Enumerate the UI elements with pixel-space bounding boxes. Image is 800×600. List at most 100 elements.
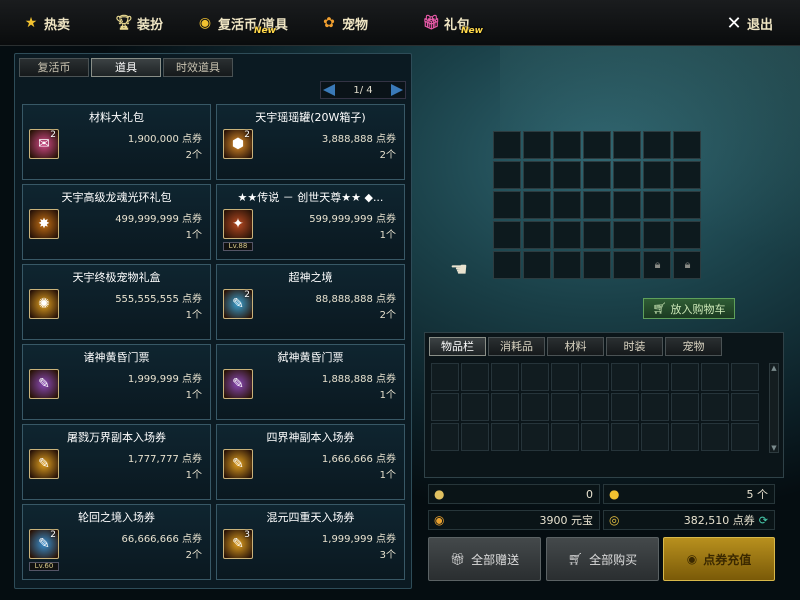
shop-item-card[interactable]: 四界神副本入场券 ✎ 1,666,666 点券 1个 (216, 424, 405, 500)
scroll-down-icon[interactable]: ▼ (771, 444, 777, 452)
inventory-slot[interactable] (671, 393, 699, 421)
cart-slot[interactable] (583, 191, 611, 219)
shop-item-card[interactable]: 超神之境 ✎ 2 88,888,888 点券 2个 (216, 264, 405, 340)
inventory-slot[interactable] (431, 363, 459, 391)
inventory-slot[interactable] (431, 423, 459, 451)
tab-timed-items[interactable]: 时效道具 (163, 58, 233, 77)
inventory-slot[interactable] (461, 423, 489, 451)
cart-slot[interactable] (613, 161, 641, 189)
inventory-slot[interactable] (581, 393, 609, 421)
inventory-slot[interactable] (521, 363, 549, 391)
inventory-slot[interactable] (461, 393, 489, 421)
cart-slot[interactable] (643, 161, 671, 189)
shop-item-card[interactable]: 材料大礼包 ✉ 2 1,900,000 点券 2个 (22, 104, 211, 180)
buy-all-button[interactable]: 🛒︎ 全部购买 (546, 537, 659, 581)
refresh-icon[interactable]: ⟳ (759, 514, 768, 527)
scroll-up-icon[interactable]: ▲ (771, 364, 777, 372)
inventory-slot[interactable] (551, 393, 579, 421)
prev-page-button[interactable] (323, 84, 335, 96)
shop-item-card[interactable]: 混元四重天入场券 ✎ 3 1,999,999 点券 3个 (216, 504, 405, 580)
cart-slot[interactable] (493, 161, 521, 189)
cart-slot[interactable] (583, 251, 611, 279)
inventory-slot[interactable] (581, 423, 609, 451)
inventory-slot[interactable] (521, 423, 549, 451)
cart-slot[interactable] (613, 131, 641, 159)
add-to-cart-button[interactable]: 🛒︎ 放入购物车 (643, 298, 735, 319)
inventory-slot[interactable] (701, 393, 729, 421)
cart-slot[interactable] (643, 131, 671, 159)
cart-slot[interactable] (613, 191, 641, 219)
shop-item-card[interactable]: ★★传说 － 创世天尊★★ ◆... ✦ Lv.88 599,999,999 点券 1个 (216, 184, 405, 260)
shop-item-card[interactable]: 诸神黄昏门票 ✎ 1,999,999 点券 1个 (22, 344, 211, 420)
inventory-slot[interactable] (521, 393, 549, 421)
cart-slot[interactable] (553, 161, 581, 189)
inventory-slot[interactable] (461, 363, 489, 391)
cart-slot[interactable] (583, 131, 611, 159)
inventory-slot[interactable] (611, 393, 639, 421)
cart-slot[interactable] (553, 251, 581, 279)
inventory-slot[interactable] (551, 363, 579, 391)
inventory-slot[interactable] (641, 393, 669, 421)
cart-slot[interactable] (613, 251, 641, 279)
inventory-slot[interactable] (581, 363, 609, 391)
tab-materials[interactable]: 材料 (547, 337, 604, 356)
cart-slot[interactable] (673, 161, 701, 189)
inventory-slot[interactable] (731, 423, 759, 451)
tab-fashion[interactable]: 时装 (606, 337, 663, 356)
shop-item-card[interactable]: 天宇终极宠物礼盒 ✺ 555,555,555 点券 1个 (22, 264, 211, 340)
cart-slot[interactable] (553, 131, 581, 159)
cart-slot[interactable] (523, 131, 551, 159)
cart-slot[interactable] (523, 221, 551, 249)
inventory-slot[interactable] (641, 423, 669, 451)
inventory-slot[interactable] (551, 423, 579, 451)
inventory-scrollbar[interactable]: ▲ ▼ (769, 363, 779, 453)
exit-button[interactable]: ✕ 退出 (725, 9, 773, 37)
inventory-slot[interactable] (611, 363, 639, 391)
cart-slot[interactable] (613, 221, 641, 249)
tab-consumables[interactable]: 消耗品 (488, 337, 545, 356)
inventory-slot[interactable] (701, 363, 729, 391)
shop-item-card[interactable]: 天宇瑶瑶罐(20W箱子) ⬢ 2 3,888,888 点券 2个 (216, 104, 405, 180)
shop-item-card[interactable]: 屠戮万界副本入场券 ✎ 1,777,777 点券 1个 (22, 424, 211, 500)
tab-items[interactable]: 道具 (91, 58, 161, 77)
inventory-slot[interactable] (431, 393, 459, 421)
inventory-slot[interactable] (611, 423, 639, 451)
cart-slot[interactable] (493, 131, 521, 159)
inventory-slot[interactable] (731, 363, 759, 391)
cart-slot[interactable] (523, 191, 551, 219)
nav-costume[interactable]: 🏆︎ 装扮 (115, 9, 163, 37)
cart-slot[interactable] (523, 161, 551, 189)
cart-slot[interactable] (493, 191, 521, 219)
inventory-slot[interactable] (491, 393, 519, 421)
cart-slot[interactable] (553, 221, 581, 249)
tab-inventory[interactable]: 物品栏 (429, 337, 486, 356)
inventory-slot[interactable] (491, 363, 519, 391)
inventory-slot[interactable] (701, 423, 729, 451)
inventory-slot[interactable] (491, 423, 519, 451)
cart-slot[interactable] (643, 221, 671, 249)
cart-slot[interactable] (553, 191, 581, 219)
cart-slot[interactable] (583, 161, 611, 189)
nav-pet[interactable]: ✿ 宠物 (320, 9, 368, 37)
shop-item-card[interactable]: 弑神黄昏门票 ✎ 1,888,888 点券 1个 (216, 344, 405, 420)
cart-slot[interactable] (523, 251, 551, 279)
recharge-button[interactable]: ◉ 点券充值 (663, 537, 775, 581)
cart-slot[interactable] (643, 191, 671, 219)
cart-slot[interactable] (673, 221, 701, 249)
inventory-slot[interactable] (731, 393, 759, 421)
shop-item-card[interactable]: 天宇高级龙魂光环礼包 ✸ 499,999,999 点券 1个 (22, 184, 211, 260)
inventory-slot[interactable] (671, 423, 699, 451)
tab-pets[interactable]: 宠物 (665, 337, 722, 356)
gift-all-button[interactable]: 🎁︎ 全部赠送 (428, 537, 541, 581)
inventory-slot[interactable] (671, 363, 699, 391)
inventory-slot[interactable] (641, 363, 669, 391)
shop-item-card[interactable]: 轮回之境入场券 ✎ 2 Lv.60 66,666,666 点券 2个 (22, 504, 211, 580)
next-page-button[interactable] (391, 84, 403, 96)
nav-hot[interactable]: ★ 热卖 (22, 9, 70, 37)
cart-slot[interactable] (673, 191, 701, 219)
cart-slot[interactable] (493, 221, 521, 249)
tab-revive-coin[interactable]: 复活币 (19, 58, 89, 77)
cart-slot[interactable] (673, 131, 701, 159)
cart-slot[interactable] (583, 221, 611, 249)
cart-slot[interactable] (493, 251, 521, 279)
